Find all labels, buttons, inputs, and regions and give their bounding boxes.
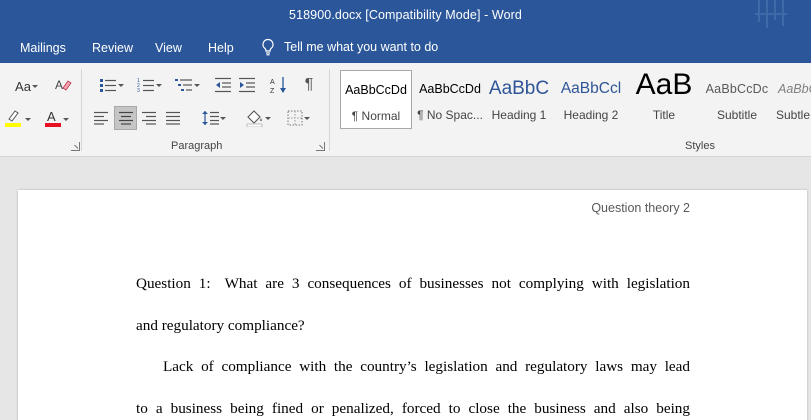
question-text: What are 3 consequences of businesses no…	[224, 275, 690, 292]
svg-text:A: A	[270, 79, 275, 86]
highlighter-icon	[5, 110, 21, 127]
style-no-spacing[interactable]: AaBbCcDd ¶ No Spac...	[414, 70, 486, 129]
multilevel-list-button[interactable]	[166, 75, 202, 95]
sort-button[interactable]: A Z	[268, 75, 290, 95]
shading-button[interactable]	[238, 107, 272, 129]
style-preview: AaB	[635, 70, 693, 100]
bullets-icon	[100, 79, 116, 92]
style-name: Heading 2	[563, 108, 619, 122]
chevron-down-icon	[32, 85, 38, 88]
svg-text:A: A	[55, 78, 63, 92]
style-name: Heading 1	[491, 108, 547, 122]
chevron-down-icon	[25, 118, 31, 121]
font-color-button[interactable]: A	[38, 107, 70, 129]
chevron-down-icon	[156, 84, 162, 87]
question-label: Question 1:	[136, 275, 211, 292]
style-title[interactable]: AaB Title	[628, 70, 700, 129]
tab-review[interactable]: Review	[92, 41, 133, 55]
increase-indent-icon	[239, 77, 255, 93]
style-name: Subtle	[776, 108, 811, 122]
font-color-icon: A	[45, 109, 61, 127]
style-name: Subtitle	[716, 108, 758, 122]
style-name: Title	[652, 108, 676, 122]
question-line-1: Question 1: What are 3 consequences of bu…	[136, 276, 690, 291]
clear-formatting-button[interactable]: A	[53, 75, 73, 95]
tab-view[interactable]: View	[155, 41, 182, 55]
change-case-label: Aa	[15, 78, 31, 94]
numbering-button[interactable]: 123	[128, 75, 164, 95]
title-bar: 518900.docx [Compatibility Mode] - Word	[0, 0, 811, 33]
paint-bucket-icon	[246, 110, 263, 127]
align-right-icon	[142, 111, 156, 125]
document-page[interactable]: Question theory 2 Question 1: What are 3 …	[18, 190, 807, 420]
font-dialog-launcher[interactable]	[71, 142, 80, 151]
paragraph-group-label: Paragraph	[171, 140, 223, 152]
justify-icon	[166, 111, 180, 125]
tell-me-label: Tell me what you want to do	[284, 40, 439, 54]
text-highlight-button[interactable]	[0, 107, 32, 129]
answer-line-2: to a business being fined or penalized, …	[136, 400, 690, 417]
clear-formatting-icon: A	[55, 78, 72, 92]
styles-gallery: AaBbCcDd ¶ Normal AaBbCcDd ¶ No Spac... …	[338, 70, 811, 129]
lightbulb-icon	[262, 38, 274, 56]
chevron-down-icon	[118, 84, 124, 87]
style-name: ¶ Normal	[351, 109, 401, 123]
group-separator	[81, 69, 82, 151]
align-left-button[interactable]	[90, 107, 112, 129]
bullets-button[interactable]	[90, 75, 126, 95]
question-line-2: and regulatory compliance?	[136, 317, 305, 334]
answer-line-1: Lack of compliance with the country’s le…	[163, 358, 690, 375]
svg-text:3: 3	[137, 88, 140, 93]
chevron-down-icon	[194, 84, 200, 87]
style-normal[interactable]: AaBbCcDd ¶ Normal	[340, 70, 412, 129]
line-spacing-icon	[202, 111, 219, 125]
tell-me-search[interactable]: Tell me what you want to do	[261, 38, 438, 56]
numbering-icon: 123	[137, 78, 154, 93]
style-preview: AaBbCcl	[560, 80, 622, 97]
style-subtitle[interactable]: AaBbCcDc Subtitle	[702, 70, 772, 129]
align-center-button[interactable]	[114, 106, 137, 130]
chevron-down-icon	[265, 117, 271, 120]
ribbon-tabs: Mailings Review View Help Tell me what y…	[0, 33, 811, 63]
pilcrow-icon: ¶	[304, 76, 314, 93]
group-separator	[329, 69, 330, 151]
align-right-button[interactable]	[138, 107, 160, 129]
style-heading-1[interactable]: AaBbC Heading 1	[486, 70, 552, 129]
styles-group-label: Styles	[685, 140, 715, 152]
decrease-indent-button[interactable]	[212, 75, 234, 95]
style-heading-2[interactable]: AaBbCcl Heading 2	[556, 70, 626, 129]
title-bar-pattern	[755, 0, 787, 28]
multilevel-list-icon	[175, 79, 192, 91]
tab-mailings[interactable]: Mailings	[20, 41, 66, 55]
align-left-icon	[94, 111, 108, 125]
style-preview: AaBbCcDd	[419, 82, 481, 96]
show-formatting-marks-button[interactable]: ¶	[298, 75, 320, 95]
style-preview: AaBbCcDc	[705, 82, 769, 96]
window-title: 518900.docx [Compatibility Mode] - Word	[289, 8, 522, 22]
style-name: ¶ No Spac...	[417, 108, 483, 122]
change-case-button[interactable]: Aa	[8, 77, 38, 95]
svg-text:A: A	[47, 109, 56, 124]
document-area: Question theory 2 Question 1: What are 3 …	[0, 157, 811, 420]
align-center-icon	[118, 111, 133, 125]
borders-button[interactable]	[278, 107, 312, 129]
chevron-down-icon	[220, 117, 226, 120]
decrease-indent-icon	[215, 77, 231, 93]
chevron-down-icon	[63, 118, 69, 121]
page-header: Question theory 2	[591, 201, 690, 215]
justify-button[interactable]	[162, 107, 184, 129]
svg-text:Z: Z	[270, 88, 275, 94]
style-preview: AaBbCcDd	[778, 82, 811, 96]
style-subtle-emphasis[interactable]: AaBbCcDd Subtle	[774, 70, 811, 129]
line-spacing-button[interactable]	[194, 107, 228, 129]
sort-icon: A Z	[270, 77, 286, 94]
style-preview: AaBbCcDd	[345, 83, 407, 97]
tab-help[interactable]: Help	[208, 41, 234, 55]
increase-indent-button[interactable]	[236, 75, 258, 95]
paragraph-dialog-launcher[interactable]	[316, 142, 325, 151]
chevron-down-icon	[304, 117, 310, 120]
borders-icon	[287, 110, 303, 126]
style-preview: AaBbC	[488, 78, 550, 99]
